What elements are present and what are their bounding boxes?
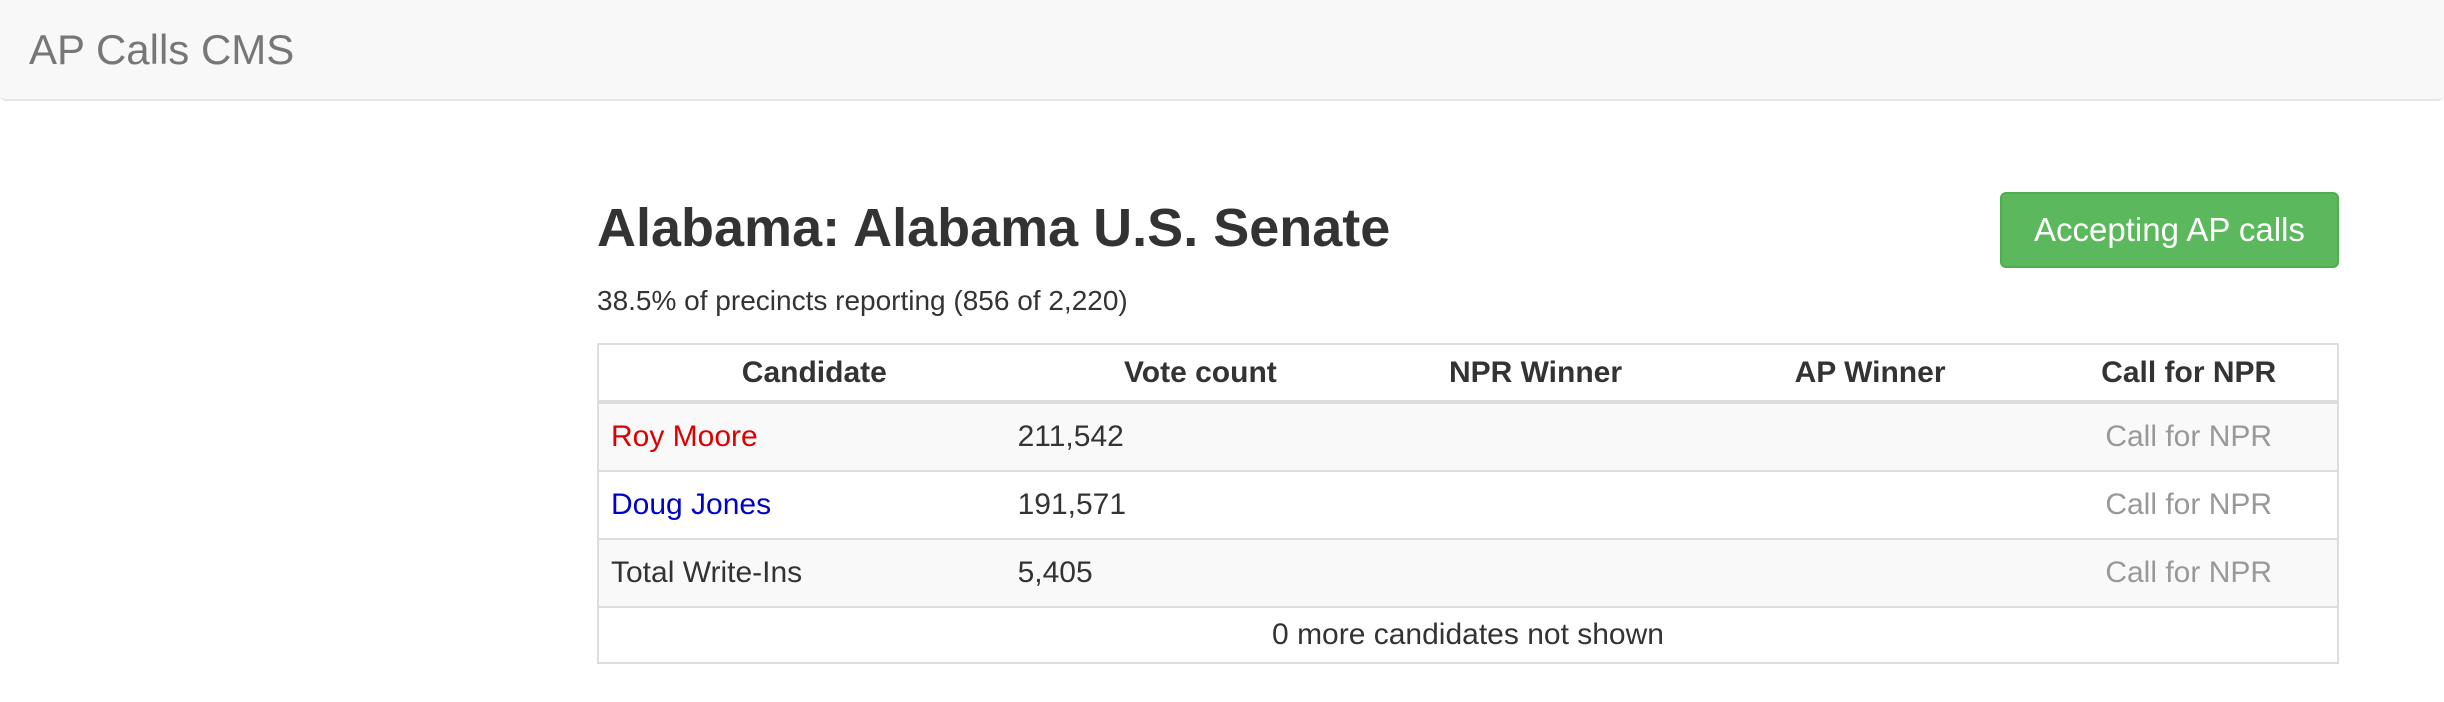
header-vote-count: Vote count	[1029, 344, 1372, 404]
more-candidates-text: 0 more candidates not shown	[598, 606, 2338, 663]
ap-winner-cell	[1699, 538, 2041, 607]
vote-count-value: 191,571	[1017, 488, 1127, 521]
vote-count-value: 5,405	[1017, 556, 1093, 589]
call-for-npr-button[interactable]: Call for NPR	[2040, 404, 2337, 470]
accept-ap-calls-button[interactable]: Accepting AP calls	[2000, 192, 2339, 268]
header-candidate: Candidate	[598, 344, 1030, 404]
call-cell: Call for NPR	[2040, 538, 2338, 607]
table-row: Doug Jones 191,571 Call for NPR	[598, 470, 2338, 539]
vote-count: 191,571	[1018, 470, 1372, 539]
call-cell: Call for NPR	[2040, 470, 2338, 539]
table-row: Total Write-Ins 5,405 Call for NPR	[598, 538, 2338, 607]
candidate-name: Doug Jones	[598, 470, 1030, 539]
vote-count-value: 211,542	[1017, 420, 1124, 453]
npr-winner-cell	[1371, 401, 1700, 471]
call-cell: Call for NPR	[2040, 401, 2338, 471]
navbar: AP Calls CMS	[0, 0, 2444, 101]
vote-count: 211,542	[1018, 401, 1372, 471]
ap-winner-cell	[1699, 470, 2041, 539]
precincts-reporting: 38.5% of precincts reporting (856 of 2,2…	[597, 285, 1128, 316]
candidate-name: Roy Moore	[598, 401, 1030, 471]
candidate-name: Total Write-Ins	[598, 538, 1030, 607]
vote-count: 5,405	[1018, 538, 1372, 607]
header-npr-winner: NPR Winner	[1371, 344, 1700, 404]
ap-winner-cell	[1699, 401, 2041, 471]
npr-winner-cell	[1371, 470, 1700, 539]
table-header-row: Candidate Vote count NPR Winner AP Winne…	[598, 344, 2338, 404]
more-candidates-row: 0 more candidates not shown	[598, 606, 2338, 663]
table-row: Roy Moore 211,542 Call for NPR	[598, 401, 2338, 471]
npr-winner-cell	[1371, 538, 1700, 607]
brand-link[interactable]: AP Calls CMS	[29, 24, 294, 76]
page-title: Alabama: Alabama U.S. Senate	[597, 198, 1391, 258]
header-ap-winner: AP Winner	[1699, 344, 2041, 404]
call-for-npr-button[interactable]: Call for NPR	[2040, 540, 2337, 606]
header-call-for-npr: Call for NPR	[2040, 344, 2338, 404]
results-table: Candidate Vote count NPR Winner AP Winne…	[597, 343, 2339, 664]
call-for-npr-button[interactable]: Call for NPR	[2040, 472, 2337, 538]
